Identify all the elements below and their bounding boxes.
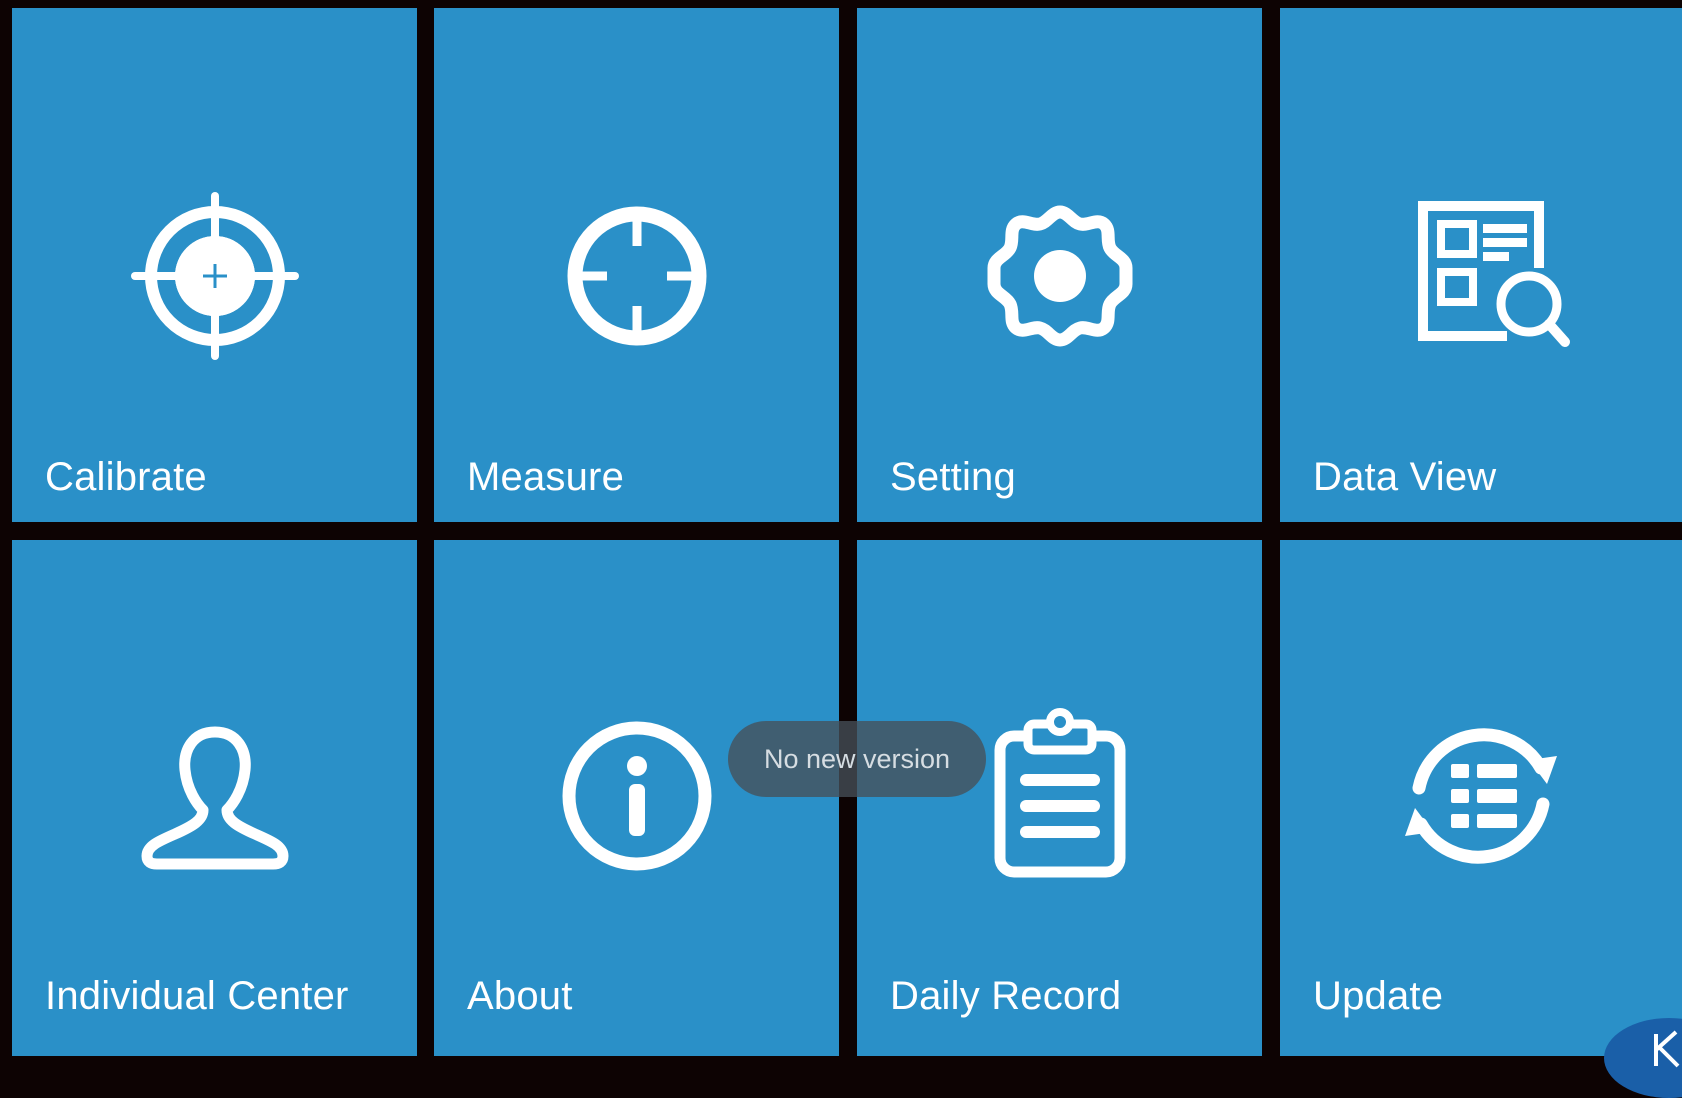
crosshair-circle-icon (537, 176, 737, 376)
gear-icon (960, 176, 1160, 376)
tile-label: Calibrate (45, 455, 207, 499)
user-outline-icon (115, 696, 315, 896)
document-search-icon (1381, 176, 1581, 376)
tile-label: Update (1313, 974, 1444, 1018)
tile-label: Individual Center (45, 974, 349, 1018)
target-crosshair-icon (115, 176, 315, 376)
tile-label: Measure (467, 455, 625, 499)
tile-data-view[interactable]: Data View (1280, 8, 1682, 522)
tile-daily-record[interactable]: Daily Record (857, 540, 1262, 1056)
tile-label: About (467, 974, 573, 1018)
tile-measure[interactable]: Measure (434, 8, 839, 522)
tile-individual-center[interactable]: Individual Center (12, 540, 417, 1056)
tile-label: Daily Record (890, 974, 1122, 1018)
info-circle-icon (537, 696, 737, 896)
tile-update[interactable]: Update (1280, 540, 1682, 1056)
sync-list-icon (1381, 696, 1581, 896)
tile-label: Data View (1313, 455, 1497, 499)
tile-calibrate[interactable]: Calibrate (12, 8, 417, 522)
tile-about[interactable]: About (434, 540, 839, 1056)
clipboard-list-icon (960, 696, 1160, 896)
tile-label: Setting (890, 455, 1016, 499)
tile-setting[interactable]: Setting (857, 8, 1262, 522)
toast-notification: No new version (728, 721, 986, 797)
